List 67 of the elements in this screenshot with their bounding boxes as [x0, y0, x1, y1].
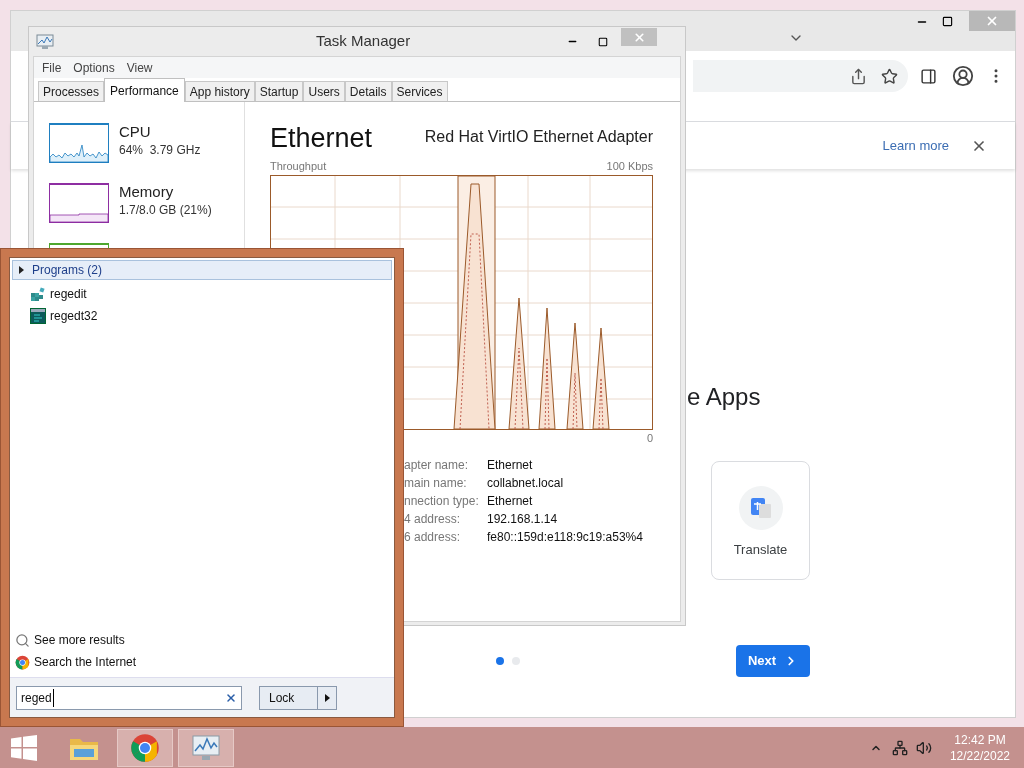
property-label: 6 address:	[404, 529, 462, 546]
next-button[interactable]: Next	[736, 645, 810, 677]
graph-max-label: 100 Kbps	[606, 159, 653, 174]
tab[interactable]: Users	[303, 81, 345, 101]
profile-icon[interactable]	[952, 65, 974, 87]
search-link[interactable]: Search the Internet	[15, 651, 394, 673]
tab[interactable]: Details	[344, 81, 392, 101]
search-icon	[15, 632, 30, 648]
expand-arrow-icon	[19, 266, 24, 274]
tab[interactable]: App history	[184, 81, 255, 101]
app-label: Translate	[733, 541, 788, 559]
usage-line	[49, 144, 109, 163]
adapter-model: Red Hat VirtIO Ethernet Adapter	[424, 127, 653, 147]
star-icon[interactable]	[881, 67, 898, 85]
resource-detail: 64% 3.79 GHz	[119, 142, 201, 159]
search-result[interactable]: regedt32	[30, 305, 394, 327]
search-result[interactable]: regedit	[30, 283, 394, 305]
chrome-icon	[15, 654, 30, 670]
graph-min-label: 0	[646, 430, 653, 446]
tab[interactable]: Processes	[38, 81, 105, 101]
search-link[interactable]: See more results	[15, 629, 394, 651]
property-label: nnection type:	[404, 493, 480, 510]
close-icon	[985, 14, 999, 28]
property-label: main name:	[404, 475, 468, 492]
property-value: collabnet.local	[487, 475, 564, 492]
app-card[interactable]: Translate	[711, 461, 810, 580]
taskbar-button[interactable]	[117, 728, 173, 767]
menu-item[interactable]: File	[42, 58, 62, 77]
volume-icon[interactable]	[915, 739, 932, 756]
property-value: Ethernet	[487, 493, 533, 510]
maximize-icon[interactable]	[598, 36, 608, 47]
tab[interactable]: Services	[391, 81, 448, 101]
taskbar-button[interactable]	[178, 728, 234, 767]
chrome-icon	[130, 732, 160, 763]
close-icon	[632, 30, 646, 44]
window-title: Task Manager	[316, 31, 412, 52]
menu-item[interactable]: View	[126, 58, 153, 77]
section-heading: e Apps	[687, 383, 761, 410]
translate-icon	[738, 486, 783, 530]
search-field[interactable]: reged	[16, 685, 242, 710]
share-icon[interactable]	[850, 67, 867, 85]
learn-more-link[interactable]: Learn more	[882, 135, 949, 156]
maximize-icon[interactable]	[942, 16, 953, 27]
results-group-header[interactable]: Programs (2)	[12, 260, 392, 280]
menu-item[interactable]: Options	[73, 58, 115, 77]
graph-label: Throughput	[270, 159, 327, 174]
window-icon	[30, 308, 46, 324]
cubes-icon	[30, 286, 46, 302]
monitor-graph-icon	[190, 732, 222, 763]
property-value: Ethernet	[487, 457, 533, 474]
clear-icon	[225, 691, 237, 704]
windows-logo-icon[interactable]	[11, 734, 37, 761]
property-value: 192.168.1.14	[487, 511, 558, 528]
tab[interactable]: Startup	[254, 81, 304, 101]
network-icon[interactable]	[891, 739, 908, 756]
usage-line	[49, 213, 109, 223]
resource-detail: 1.7/8.0 GB (21%)	[119, 202, 212, 219]
resource-name: Memory	[119, 183, 175, 201]
tab[interactable]: Performance	[104, 78, 185, 102]
property-label: 4 address:	[404, 511, 462, 528]
side-panel-icon[interactable]	[920, 67, 937, 85]
monitor-graph-icon	[36, 33, 54, 50]
resource-name: CPU	[119, 123, 152, 141]
arrow-right-icon	[324, 693, 330, 702]
adapter-heading: Ethernet	[270, 122, 373, 154]
property-value: fe80::159d:e118:9c19:a53%4	[487, 529, 643, 546]
property-label: apter name:	[404, 457, 470, 474]
